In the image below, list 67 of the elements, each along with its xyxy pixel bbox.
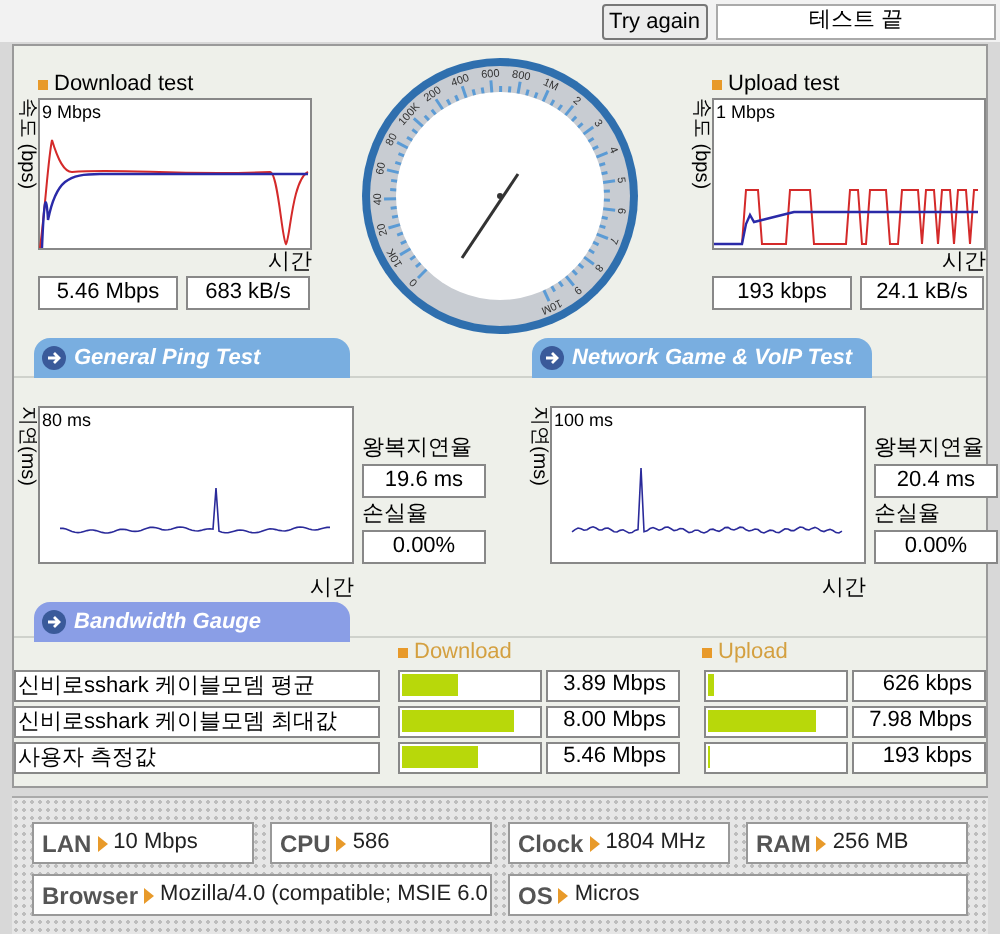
row-label: 사용자 측정값 [14, 741, 380, 773]
time-label: 시간 [942, 250, 986, 276]
scale-label: 9 Mbps [42, 102, 102, 122]
axis-label: 지연(ms) [526, 406, 550, 490]
bullet-icon [398, 647, 408, 657]
time-label: 시간 [822, 576, 866, 602]
section-title: Upload test [728, 69, 840, 100]
bandwidth-value: 5.46 Mbps [546, 741, 680, 773]
speed-value: 24.1 kB/s [860, 276, 984, 310]
arrow-icon [42, 346, 66, 370]
axis-label: 속도 (bps) [14, 98, 38, 194]
section-tab[interactable]: General Ping Test [34, 338, 350, 378]
speed-value: 5.46 Mbps [38, 276, 178, 310]
bandwidth-value: 8.00 Mbps [546, 705, 680, 737]
loss-label: 손실율 [362, 500, 430, 528]
info-label: CPU [280, 827, 331, 861]
arrow-icon [816, 835, 827, 851]
arrow-icon [336, 835, 347, 851]
column-header: Upload [718, 637, 788, 668]
status-field: 테스트 끝 [716, 3, 996, 39]
arrow-icon [558, 887, 569, 903]
bullet-icon [712, 79, 722, 89]
speed-value: 193 kbps [712, 276, 852, 310]
latency-label: 왕복지연율 [362, 434, 474, 462]
arrow-icon [144, 887, 155, 903]
info-label: Browser [42, 879, 139, 913]
row-label: 신비로sshark 케이블모뎀 평균 [14, 669, 380, 701]
bandwidth-value: 626 kbps [852, 669, 986, 701]
row-label: 신비로sshark 케이블모뎀 최대값 [14, 705, 380, 737]
time-label: 시간 [310, 576, 354, 602]
info-value: 10 Mbps [113, 828, 198, 859]
info-value: 256 MB [832, 828, 909, 859]
info-label: LAN [42, 827, 92, 861]
latency-label: 왕복지연율 [874, 434, 986, 462]
info-value: 586 [352, 828, 390, 859]
info-value: 1804 MHz [605, 828, 706, 859]
arrow-icon [540, 346, 564, 370]
arrow-icon [589, 835, 600, 851]
bandwidth-value: 193 kbps [852, 741, 986, 773]
info-label: RAM [756, 827, 811, 861]
info-value: Micros [574, 880, 640, 911]
bullet-icon [702, 647, 712, 657]
section-title: Download test [54, 69, 194, 100]
info-value: Mozilla/4.0 (compatible; MSIE 6.0 [160, 880, 488, 911]
loss-value: 0.00% [874, 530, 998, 564]
bandwidth-value: 7.98 Mbps [852, 705, 986, 737]
scale-label: 1 Mbps [716, 102, 776, 122]
loss-label: 손실율 [874, 500, 942, 528]
latency-value: 20.4 ms [874, 464, 998, 498]
scale-label: 100 ms [554, 410, 614, 430]
arrow-icon [97, 835, 108, 851]
axis-label: 지연(ms) [14, 406, 38, 490]
latency-value: 19.6 ms [362, 464, 486, 498]
loss-value: 0.00% [362, 530, 486, 564]
scale-label: 80 ms [42, 410, 92, 430]
column-header: Download [414, 637, 512, 668]
axis-label: 속도 (bps) [688, 98, 712, 194]
try-again-button[interactable]: Try again [601, 3, 708, 39]
section-tab[interactable]: Network Game & VoIP Test [532, 338, 872, 378]
bandwidth-value: 3.89 Mbps [546, 669, 680, 701]
speed-value: 683 kB/s [186, 276, 310, 310]
bullet-icon [38, 79, 48, 89]
arrow-icon [42, 610, 66, 634]
time-label: 시간 [268, 250, 312, 276]
section-tab[interactable]: Bandwidth Gauge [34, 602, 350, 642]
info-label: OS [518, 879, 553, 913]
info-label: Clock [518, 827, 584, 861]
